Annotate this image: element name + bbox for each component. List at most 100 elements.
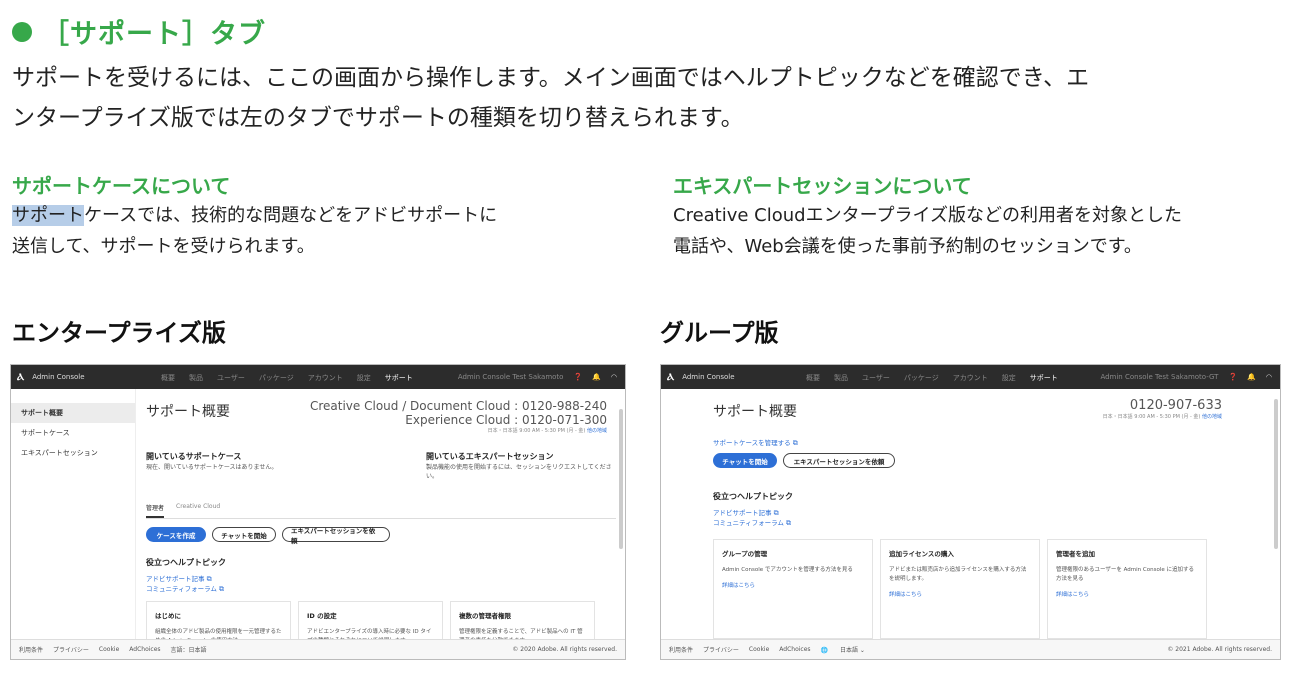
help-icon[interactable]: ❓: [573, 373, 582, 381]
headset-icon[interactable]: ◠: [611, 373, 617, 381]
footer-privacy-link[interactable]: プライバシー: [703, 645, 739, 654]
expert-session-text: Creative Cloudエンタープライズ版などの利用者を対象とした 電話や、…: [673, 200, 1313, 262]
footer-cookie-link[interactable]: Cookie: [749, 646, 769, 653]
nav-overview[interactable]: 概要: [806, 373, 820, 383]
nav-support[interactable]: サポート: [385, 373, 413, 383]
nav-products[interactable]: 製品: [189, 373, 203, 383]
sidebar: サポート概要 サポートケース エキスパートセッション: [11, 389, 136, 639]
footer-language-select[interactable]: 🌐 日本語 ⌄: [821, 645, 875, 654]
request-session-button[interactable]: エキスパートセッションを依頼: [783, 453, 895, 468]
tab-admin[interactable]: 管理者: [146, 503, 165, 518]
start-chat-button[interactable]: チャットを開始: [212, 527, 276, 542]
expert-session-heading: エキスパートセッションについて: [673, 174, 972, 198]
footer-terms-link[interactable]: 利用条件: [669, 645, 693, 654]
bell-icon[interactable]: 🔔: [592, 373, 601, 381]
highlight-text: サポート: [12, 205, 84, 226]
sidebar-item-overview[interactable]: サポート概要: [11, 403, 135, 423]
hours-text: 日本・日本語 9:00 AM - 5:30 PM (月 - 金): [487, 428, 586, 434]
nav-packages[interactable]: パッケージ: [904, 373, 939, 383]
adobe-logo-icon: Ⲁ: [667, 371, 675, 383]
group-screenshot: Ⲁ Admin Console 概要 製品 ユーザー パッケージ アカウント 設…: [660, 364, 1281, 660]
phone-info: Creative Cloud / Document Cloud : 0120-9…: [310, 399, 607, 434]
create-case-button[interactable]: ケースを作成: [146, 527, 206, 542]
learn-more-link[interactable]: 詳細はこちら: [1056, 590, 1198, 598]
support-case-line: サポートケースでは、技術的な問題などをアドビサポートに: [12, 200, 652, 231]
start-chat-button[interactable]: チャットを開始: [713, 453, 777, 468]
phone-line: 0120-907-633: [1129, 398, 1222, 413]
top-nav: 概要 製品 ユーザー パッケージ アカウント 設定 サポート: [161, 373, 413, 383]
open-sessions-text: 製品機能の使用を開始するには、セッションをリクエストしてください。: [426, 464, 612, 480]
link-text: コミュニティフォーラム: [146, 585, 217, 593]
sidebar-item-sessions[interactable]: エキスパートセッション: [11, 443, 135, 463]
nav-packages[interactable]: パッケージ: [259, 373, 294, 383]
card-title: ID の設定: [307, 612, 337, 620]
open-cases-heading: 開いているサポートケース: [146, 452, 242, 461]
footer-privacy-link[interactable]: プライバシー: [53, 645, 89, 654]
phone-hours: 日本・日本語 9:00 AM - 5:30 PM (月 - 金) 他の地域: [310, 427, 607, 434]
learn-more-link[interactable]: 詳細はこちら: [722, 581, 864, 589]
main-panel: サポート概要 0120-907-633 日本・日本語 9:00 AM - 5:3…: [661, 389, 1280, 639]
nav-products[interactable]: 製品: [834, 373, 848, 383]
help-card[interactable]: 追加ライセンスの購入 アドビまたは販売店から追加ライセンスを購入する方法を説明し…: [880, 539, 1040, 639]
request-session-button[interactable]: エキスパートセッションを依頼: [282, 527, 390, 545]
globe-icon: 🌐: [820, 647, 829, 654]
headset-icon[interactable]: ◠: [1266, 373, 1272, 381]
link-text: サポートケースを管理する: [713, 439, 791, 447]
external-link-icon: ⧉: [206, 575, 212, 583]
nav-users[interactable]: ユーザー: [217, 373, 245, 383]
sidebar-item-cases[interactable]: サポートケース: [11, 423, 135, 443]
other-region-link[interactable]: 他の地域: [587, 428, 607, 434]
card-text: アドビまたは販売店から追加ライセンスを購入する方法を説明します。: [889, 567, 1027, 582]
nav-account[interactable]: アカウント: [308, 373, 343, 383]
nav-overview[interactable]: 概要: [161, 373, 175, 383]
copyright: © 2021 Adobe. All rights reserved.: [1167, 646, 1272, 653]
group-title: グループ版: [660, 319, 779, 347]
org-name[interactable]: Admin Console Test Sakamoto: [458, 373, 564, 381]
main-panel: サポート概要 Creative Cloud / Document Cloud :…: [136, 389, 625, 651]
top-right: Admin Console Test Sakamoto ❓ 🔔 ◠: [458, 373, 617, 381]
learn-more-link[interactable]: 詳細はこちら: [889, 590, 1031, 598]
footer-adchoices-link[interactable]: AdChoices: [779, 646, 810, 653]
support-case-text: サポートケースでは、技術的な問題などをアドビサポートに 送信して、サポートを受け…: [12, 200, 652, 262]
intro-line: ンタープライズ版では左のタブでサポートの種類を切り替えられます。: [12, 105, 744, 131]
nav-settings[interactable]: 設定: [1002, 373, 1016, 383]
text-span: ケースでは、技術的な問題などをアドビサポートに: [84, 205, 498, 226]
external-link-icon: ⧉: [219, 585, 224, 593]
external-link-icon: ⧉: [792, 439, 798, 447]
enterprise-title: エンタープライズ版: [12, 319, 226, 347]
page-title: サポート概要: [713, 404, 797, 420]
support-case-line: 送信して、サポートを受けられます。: [12, 236, 315, 257]
tab-creative-cloud[interactable]: Creative Cloud: [176, 503, 220, 518]
footer-cookie-link[interactable]: Cookie: [99, 646, 119, 653]
org-name[interactable]: Admin Console Test Sakamoto-GT: [1100, 373, 1218, 381]
footer-language-link[interactable]: 言語：日本語: [171, 645, 207, 654]
community-forum-link[interactable]: コミュニティフォーラム ⧉: [713, 517, 791, 528]
footer-adchoices-link[interactable]: AdChoices: [129, 646, 160, 653]
link-text: コミュニティフォーラム: [713, 519, 784, 527]
manage-cases-link[interactable]: サポートケースを管理する ⧉: [713, 437, 798, 448]
phone-info: 0120-907-633 日本・日本語 9:00 AM - 5:30 PM (月…: [1103, 398, 1222, 421]
scrollbar[interactable]: [619, 409, 623, 549]
open-cases-text: 現在、開いているサポートケースはありません。: [146, 464, 278, 471]
language-label: 日本語 ⌄: [839, 647, 865, 654]
card-title: 複数の管理者権限: [459, 612, 511, 620]
other-region-link[interactable]: 他の地域: [1202, 414, 1222, 420]
nav-account[interactable]: アカウント: [953, 373, 988, 383]
help-card[interactable]: 管理者を追加 管理権限のあるユーザーを Admin Console に追加する方…: [1047, 539, 1207, 639]
nav-users[interactable]: ユーザー: [862, 373, 890, 383]
nav-settings[interactable]: 設定: [357, 373, 371, 383]
community-forum-link[interactable]: コミュニティフォーラム ⧉: [146, 583, 224, 594]
enterprise-screenshot: Ⲁ Admin Console 概要 製品 ユーザー パッケージ アカウント 設…: [10, 364, 626, 660]
top-nav: 概要 製品 ユーザー パッケージ アカウント 設定 サポート: [806, 373, 1058, 383]
nav-support[interactable]: サポート: [1030, 373, 1058, 383]
top-bar: Ⲁ Admin Console 概要 製品 ユーザー パッケージ アカウント 設…: [11, 365, 625, 389]
phone-line: Experience Cloud : 0120-071-300: [405, 413, 607, 427]
support-case-heading: サポートケースについて: [12, 174, 231, 198]
footer-terms-link[interactable]: 利用条件: [19, 645, 43, 654]
phone-line: Creative Cloud / Document Cloud : 0120-9…: [309, 399, 607, 413]
external-link-icon: ⧉: [786, 519, 791, 527]
help-card[interactable]: グループの管理 Admin Console でアカウントを管理する方法を見る 詳…: [713, 539, 873, 639]
help-icon[interactable]: ❓: [1228, 373, 1237, 381]
scrollbar[interactable]: [1274, 399, 1278, 549]
bell-icon[interactable]: 🔔: [1247, 373, 1256, 381]
